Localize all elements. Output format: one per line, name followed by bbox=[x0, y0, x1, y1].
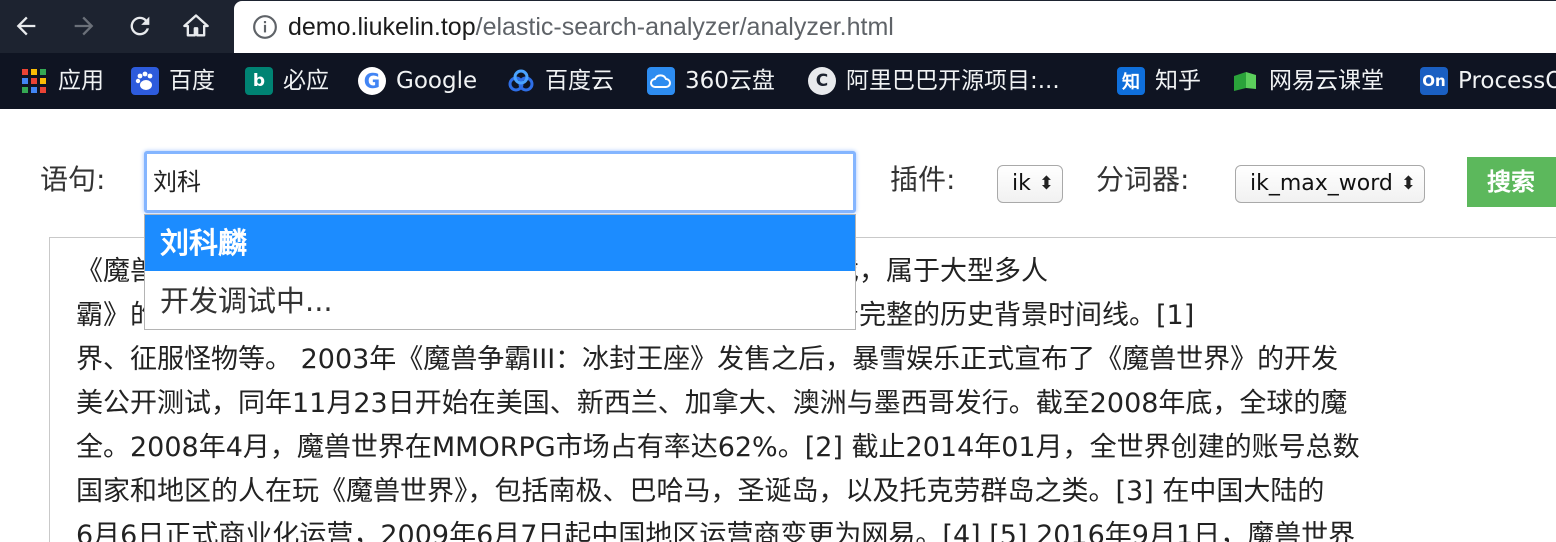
bookmark-label: Google bbox=[396, 68, 478, 94]
bookmark-alibaba[interactable]: C 阿里巴巴开源项目:... bbox=[808, 65, 1060, 97]
forward-arrow-icon bbox=[74, 16, 94, 36]
360-cloud-icon bbox=[647, 67, 675, 95]
bookmark-label: 百度云 bbox=[545, 68, 614, 94]
info-icon[interactable] bbox=[252, 14, 278, 40]
bookmark-label: 网易云课堂 bbox=[1269, 68, 1384, 94]
processon-icon: On bbox=[1420, 67, 1448, 95]
bookmark-360-cloud[interactable]: 360云盘 bbox=[647, 65, 775, 97]
url-host: demo.liukelin.top bbox=[288, 13, 476, 41]
bookmark-zhihu[interactable]: 知 知乎 bbox=[1117, 65, 1201, 97]
bookmark-label: 必应 bbox=[283, 68, 329, 94]
plugin-label: 插件: bbox=[890, 163, 956, 196]
bookmark-baidu[interactable]: 百度 bbox=[131, 65, 215, 97]
autocomplete-item[interactable]: 开发调试中... bbox=[145, 273, 855, 329]
bookmark-google[interactable]: G Google bbox=[358, 65, 477, 97]
bookmark-label: ProcessOn bbox=[1458, 68, 1556, 94]
select-caret-icon: ⬍ bbox=[1400, 173, 1416, 194]
address-bar[interactable]: demo.liukelin.top/elastic-search-analyze… bbox=[234, 1, 1556, 53]
bookmark-label: 百度 bbox=[169, 68, 215, 94]
baidu-paw-icon bbox=[131, 67, 159, 95]
alibaba-icon: C bbox=[808, 67, 836, 95]
reload-button[interactable] bbox=[120, 6, 160, 46]
back-arrow-icon bbox=[16, 16, 36, 36]
google-icon: G bbox=[358, 67, 386, 95]
analyzer-select-value: ik_max_word bbox=[1250, 171, 1393, 196]
select-caret-icon: ⬍ bbox=[1038, 173, 1054, 194]
analyzer-select[interactable]: ik_max_word ⬍ bbox=[1235, 165, 1425, 203]
netease-study-icon bbox=[1231, 67, 1259, 95]
bing-icon: b bbox=[245, 67, 273, 95]
bookmark-bing[interactable]: b 必应 bbox=[245, 65, 329, 97]
bookmark-label: 360云盘 bbox=[685, 68, 775, 94]
content-line: 全。2008年4月，魔兽世界在MMORPG市场占有率达62%。[2] 截止201… bbox=[76, 432, 1360, 463]
bookmark-label: 应用 bbox=[58, 68, 104, 94]
bookmark-label: 阿里巴巴开源项目:... bbox=[846, 68, 1060, 94]
analyzer-page: 语句: 刘科 插件: ik ⬍ 分词器: ik_max_word ⬍ 搜索 《魔… bbox=[0, 109, 1556, 542]
sentence-input[interactable]: 刘科 bbox=[144, 151, 856, 213]
home-icon bbox=[183, 14, 209, 37]
browser-toolbar: demo.liukelin.top/elastic-search-analyze… bbox=[0, 0, 1556, 53]
bookmarks-bar: 应用 百度 b 必应 G Google 百度云 360云盘 C 阿里巴巴开源项目… bbox=[0, 53, 1556, 109]
bookmark-baidu-cloud[interactable]: 百度云 bbox=[507, 65, 614, 97]
bookmark-label: 知乎 bbox=[1155, 68, 1201, 94]
search-button[interactable]: 搜索 bbox=[1467, 157, 1556, 207]
plugin-select-value: ik bbox=[1012, 171, 1031, 196]
apps-grid-icon bbox=[20, 67, 48, 95]
bookmark-apps[interactable]: 应用 bbox=[20, 65, 104, 97]
content-line: 国家和地区的人在玩《魔兽世界》，包括南极、巴哈马，圣诞岛，以及托克劳群岛之类。[… bbox=[76, 476, 1325, 507]
reload-icon bbox=[130, 16, 150, 36]
autocomplete-item-selected[interactable]: 刘科麟 bbox=[145, 215, 855, 271]
bookmark-netease-study[interactable]: 网易云课堂 bbox=[1231, 65, 1384, 97]
analyzer-label: 分词器: bbox=[1096, 163, 1190, 196]
autocomplete-dropdown: 刘科麟 开发调试中... bbox=[144, 214, 856, 330]
forward-button[interactable] bbox=[64, 6, 104, 46]
content-line: 美公开测试，同年11月23日开始在美国、新西兰、加拿大、澳洲与墨西哥发行。截至2… bbox=[76, 388, 1348, 419]
back-button[interactable] bbox=[6, 6, 46, 46]
sentence-label: 语句: bbox=[40, 163, 106, 196]
zhihu-icon: 知 bbox=[1117, 67, 1145, 95]
bookmark-processon[interactable]: On ProcessOn bbox=[1420, 65, 1556, 97]
baidu-cloud-icon bbox=[507, 67, 535, 95]
url-text[interactable]: demo.liukelin.top/elastic-search-analyze… bbox=[288, 12, 894, 42]
url-path: /elastic-search-analyzer/analyzer.html bbox=[475, 13, 894, 41]
plugin-select[interactable]: ik ⬍ bbox=[997, 165, 1063, 203]
home-button[interactable] bbox=[176, 6, 216, 46]
content-line: 6月6日正式商业化运营，2009年6月7日起中国地区运营商变更为网易。[4] [… bbox=[76, 520, 1356, 542]
content-line: 界、征服怪物等。 2003年《魔兽争霸III：冰封王座》发售之后，暴雪娱乐正式宣… bbox=[76, 344, 1339, 375]
